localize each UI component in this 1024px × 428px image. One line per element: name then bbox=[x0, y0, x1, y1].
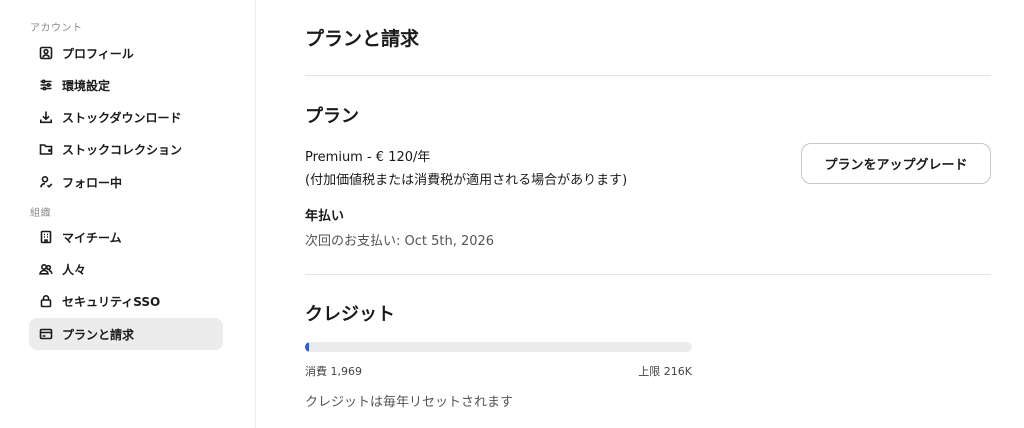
sidebar-item-stock-collections[interactable]: ストックコレクション bbox=[29, 133, 223, 165]
credits-progress-fill bbox=[305, 342, 309, 352]
lock-icon bbox=[39, 294, 53, 308]
next-payment: 次回のお支払い: Oct 5th, 2026 bbox=[305, 234, 495, 249]
card-icon bbox=[39, 327, 53, 341]
sidebar-item-label: プランと請求 bbox=[62, 327, 135, 342]
plan-heading: プラン bbox=[305, 106, 359, 127]
people-icon bbox=[39, 262, 53, 276]
sidebar-item-label: プロフィール bbox=[62, 46, 134, 61]
sidebar-item-following[interactable]: フォロー中 bbox=[29, 166, 223, 198]
plan-name-price: Premium - € 120/年 bbox=[305, 150, 431, 165]
credits-reset-note: クレジットは毎年リセットされます bbox=[305, 395, 514, 410]
divider bbox=[305, 274, 991, 275]
sidebar-item-label: フォロー中 bbox=[62, 175, 123, 190]
sidebar: アカウント プロフィール 環境設定 ストックダウンロード ストックコレクション … bbox=[0, 0, 256, 428]
section-label-account: アカウント bbox=[30, 23, 83, 34]
billing-cycle: 年払い bbox=[305, 209, 345, 224]
sidebar-item-security-sso[interactable]: セキュリティSSO bbox=[29, 285, 223, 317]
sidebar-item-label: 環境設定 bbox=[62, 78, 111, 93]
folder-icon bbox=[39, 142, 53, 156]
building-icon bbox=[39, 230, 53, 244]
credits-progress-bar bbox=[305, 342, 692, 352]
sidebar-item-people[interactable]: 人々 bbox=[29, 253, 223, 285]
main-content: プランと請求 プラン Premium - € 120/年 (付加価値税または消費… bbox=[305, 0, 991, 428]
sidebar-item-profile[interactable]: プロフィール bbox=[29, 37, 223, 69]
sidebar-item-label: マイチーム bbox=[62, 230, 122, 245]
sidebar-item-preferences[interactable]: 環境設定 bbox=[29, 69, 223, 101]
divider bbox=[305, 75, 991, 76]
page-title: プランと請求 bbox=[305, 28, 420, 50]
sidebar-item-label: セキュリティSSO bbox=[62, 294, 161, 309]
sidebar-item-my-team[interactable]: マイチーム bbox=[29, 221, 223, 253]
credits-limit-label: 上限 216K bbox=[638, 365, 692, 378]
sidebar-item-label: 人々 bbox=[62, 262, 87, 277]
sidebar-item-plan-billing[interactable]: プランと請求 bbox=[29, 318, 223, 350]
tax-note: (付加価値税または消費税が適用される場合があります) bbox=[305, 173, 628, 188]
credits-heading: クレジット bbox=[305, 304, 395, 325]
user-follow-icon bbox=[39, 175, 53, 189]
profile-icon bbox=[39, 46, 53, 60]
upgrade-plan-button[interactable]: プランをアップグレード bbox=[801, 143, 991, 184]
download-icon bbox=[39, 110, 53, 124]
sidebar-item-stock-downloads[interactable]: ストックダウンロード bbox=[29, 101, 223, 133]
sidebar-item-label: ストックダウンロード bbox=[62, 110, 182, 125]
sliders-icon bbox=[39, 78, 53, 92]
sidebar-item-label: ストックコレクション bbox=[62, 142, 183, 157]
section-label-organization: 組織 bbox=[30, 208, 51, 219]
